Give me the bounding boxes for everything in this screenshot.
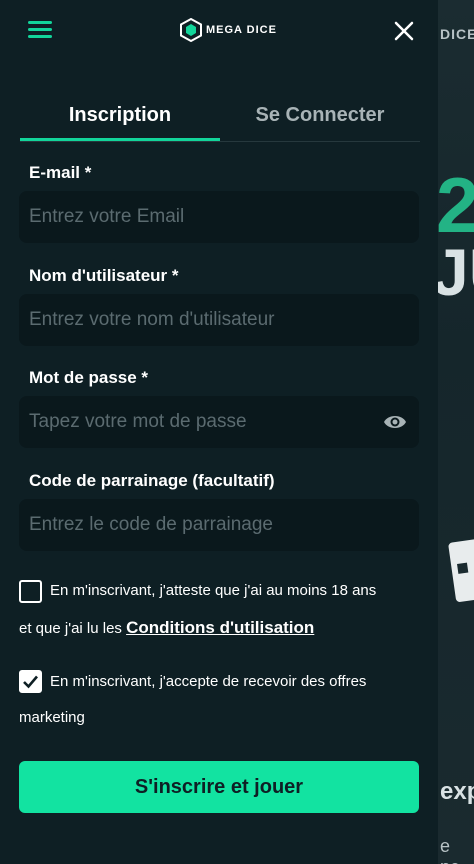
email-field-wrap [19,191,419,243]
signup-drawer: MEGA DICE Inscription Se Connecter E-mai… [0,0,438,864]
auth-tabs: Inscription Se Connecter [20,94,420,142]
tab-inscription[interactable]: Inscription [20,94,220,141]
marketing-text-line1: En m'inscrivant, j'accepte de recevoir d… [50,673,367,690]
referral-label: Code de parrainage (facultatif) [29,471,275,490]
close-icon[interactable] [393,20,415,42]
background-text-2: e ne [440,836,460,864]
age-terms-text-line1: En m'inscrivant, j'atteste que j'ai au m… [50,582,377,599]
logo[interactable]: MEGA DICE [180,18,277,42]
background-logo: DICE [440,26,474,42]
referral-field-wrap [19,499,419,551]
age-terms-prefix: et que j'ai lu les [19,620,122,637]
background-subheadline: JU [438,235,474,309]
password-field-wrap [19,396,419,448]
tab-se-connecter[interactable]: Se Connecter [220,94,420,141]
terms-of-use-link[interactable]: Conditions d'utilisation [126,618,314,637]
email-input[interactable] [19,191,419,243]
top-bar: MEGA DICE [0,0,438,62]
age-terms-text-line2: et que j'ai lu les Conditions d'utilisat… [19,619,314,636]
marketing-text-line2: marketing [19,709,85,726]
referral-input[interactable] [19,499,419,551]
username-label: Nom d'utilisateur * [29,266,179,285]
username-field-wrap [19,294,419,346]
background-text-1: expé [440,778,474,805]
background-page: DICE 20 JU expé e ne [438,0,474,864]
checkmark-icon [23,675,38,689]
dice-image [448,537,474,603]
age-terms-checkbox[interactable] [19,580,42,603]
password-input[interactable] [19,396,419,448]
signup-submit-button[interactable]: S'inscrire et jouer [19,761,419,813]
password-label: Mot de passe * [29,368,149,387]
logo-text: MEGA DICE [206,24,277,36]
email-label: E-mail * [29,163,92,182]
hamburger-menu-icon[interactable] [28,21,52,39]
marketing-checkbox[interactable] [19,670,42,693]
username-input[interactable] [19,294,419,346]
eye-icon[interactable] [383,411,407,433]
cube-logo-icon [180,18,202,42]
